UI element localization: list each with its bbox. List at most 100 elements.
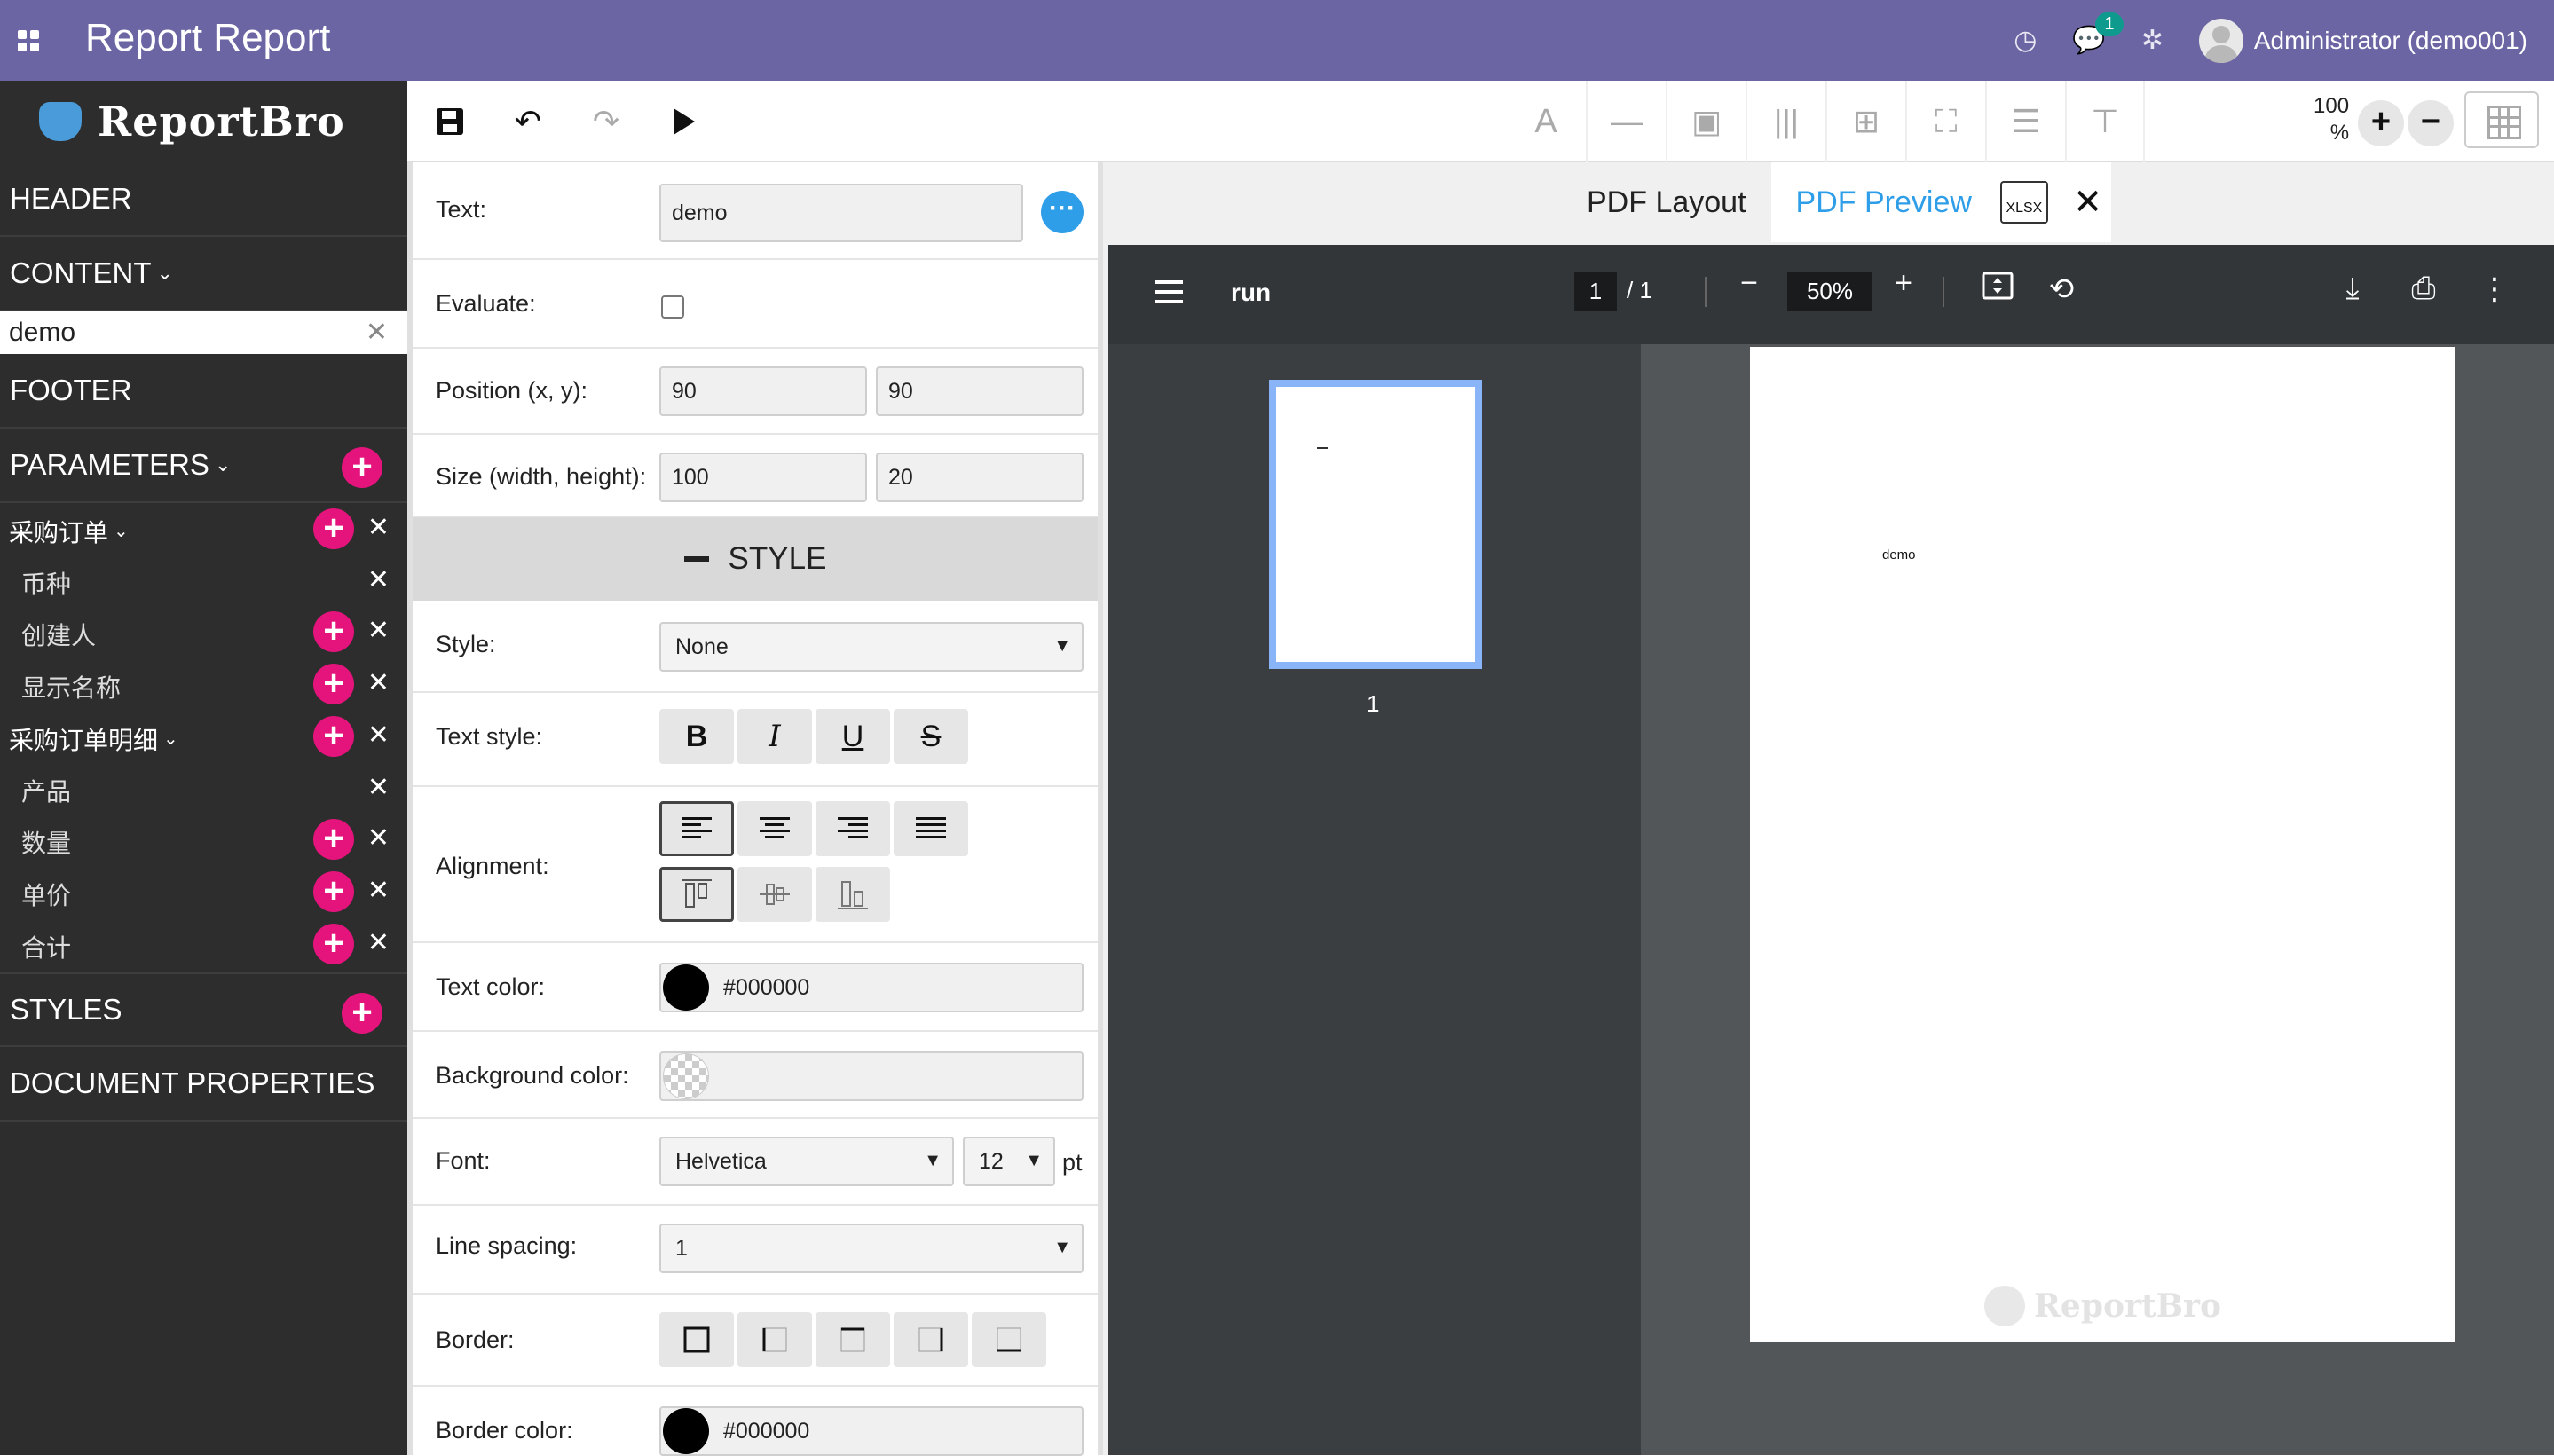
add-style-button[interactable]: +	[342, 993, 382, 1034]
page-thumbnail[interactable]	[1269, 380, 1482, 669]
sidebar-section-footer[interactable]: FOOTER	[0, 354, 407, 429]
sidebar-section-header[interactable]: HEADER	[0, 162, 407, 237]
redo-icon[interactable]: ↷	[587, 102, 626, 141]
valign-top-button[interactable]	[659, 867, 734, 922]
save-icon[interactable]	[430, 102, 469, 141]
delete-icon[interactable]: ✕	[367, 667, 390, 698]
apps-icon[interactable]	[18, 30, 39, 51]
undo-icon[interactable]: ↶	[508, 102, 548, 141]
text-color-input[interactable]: #000000	[659, 963, 1084, 1012]
bug-icon[interactable]: ✲	[2141, 25, 2164, 56]
border-color-swatch[interactable]	[663, 1408, 709, 1454]
rotate-icon[interactable]: ⟲	[2042, 272, 2081, 307]
fit-page-icon[interactable]	[1978, 272, 2017, 308]
parameter-item[interactable]: 数量 + ✕	[0, 815, 407, 868]
delete-icon[interactable]: ✕	[367, 927, 390, 958]
size-width-input[interactable]: 100	[659, 453, 867, 502]
align-justify-button[interactable]	[894, 801, 968, 856]
add-parameter-field-button[interactable]: +	[313, 871, 354, 912]
parameter-item[interactable]: 合计 + ✕	[0, 920, 407, 972]
valign-bottom-button[interactable]	[816, 867, 890, 922]
tab-pdf-preview[interactable]: PDF Preview	[1770, 162, 1997, 242]
add-parameter-field-button[interactable]: +	[313, 611, 354, 652]
parameter-item[interactable]: 创建人 + ✕	[0, 608, 407, 660]
border-right-button[interactable]	[894, 1312, 968, 1367]
more-icon[interactable]: ···	[1041, 191, 1084, 233]
underline-button[interactable]: U	[816, 709, 890, 764]
grid-toggle-button[interactable]	[2464, 91, 2539, 148]
zoom-input[interactable]: 50%	[1787, 272, 1872, 311]
clock-icon[interactable]: ◷	[2014, 25, 2037, 56]
align-right-button[interactable]	[816, 801, 890, 856]
border-top-button[interactable]	[816, 1312, 890, 1367]
position-x-input[interactable]: 90	[659, 366, 867, 416]
valign-middle-button[interactable]	[737, 867, 812, 922]
parameter-item[interactable]: 单价 + ✕	[0, 868, 407, 920]
align-center-button[interactable]	[737, 801, 812, 856]
background-color-input[interactable]	[659, 1051, 1084, 1101]
border-bottom-button[interactable]	[972, 1312, 1046, 1367]
image-tool-icon[interactable]: ▣	[1666, 81, 1746, 162]
parameter-item[interactable]: 采购订单 ⌄ + ✕	[0, 505, 407, 557]
add-parameter-field-button[interactable]: +	[313, 716, 354, 757]
content-item-demo[interactable]: demo ✕	[0, 311, 407, 354]
delete-icon[interactable]: ✕	[367, 615, 390, 646]
size-height-input[interactable]: 20	[876, 453, 1084, 502]
sidebar-section-parameters[interactable]: PARAMETERS ⌄ +	[0, 429, 407, 503]
sidebar-section-content[interactable]: CONTENT ⌄	[0, 237, 407, 311]
delete-icon[interactable]: ✕	[366, 317, 388, 348]
table-tool-icon[interactable]: ⊞	[1825, 81, 1905, 162]
font-size-select[interactable]: 12 ▼	[963, 1137, 1055, 1186]
background-color-swatch[interactable]	[663, 1053, 709, 1099]
section-tool-icon[interactable]: ☰	[1985, 81, 2065, 162]
tab-pdf-layout[interactable]: PDF Layout	[1562, 162, 1771, 242]
border-color-input[interactable]: #000000	[659, 1406, 1084, 1456]
chat-icon[interactable]: 💬 1	[2072, 12, 2124, 56]
xlsx-download-icon[interactable]: XLSX	[1999, 181, 2048, 224]
add-parameter-button[interactable]: +	[342, 447, 382, 488]
font-select[interactable]: Helvetica ▼	[659, 1137, 954, 1186]
strikethrough-button[interactable]: S	[894, 709, 968, 764]
add-parameter-field-button[interactable]: +	[313, 664, 354, 704]
bold-button[interactable]: B	[659, 709, 734, 764]
frame-tool-icon[interactable]: ⛶	[1905, 81, 1985, 162]
parameter-item[interactable]: 产品 ✕	[0, 765, 407, 815]
italic-button[interactable]: I	[737, 709, 812, 764]
style-select[interactable]: None ▼	[659, 622, 1084, 672]
border-left-button[interactable]	[737, 1312, 812, 1367]
delete-icon[interactable]: ✕	[367, 772, 390, 803]
zoom-out-icon[interactable]: −	[1730, 266, 1769, 301]
add-parameter-field-button[interactable]: +	[313, 508, 354, 549]
sidebar-section-styles[interactable]: STYLES +	[0, 972, 407, 1047]
line-spacing-select[interactable]: 1 ▼	[659, 1224, 1084, 1273]
add-parameter-field-button[interactable]: +	[313, 819, 354, 860]
delete-icon[interactable]: ✕	[367, 875, 390, 906]
download-icon[interactable]: ⤓	[2333, 272, 2372, 306]
zoom-in-button[interactable]: +	[2358, 100, 2404, 146]
delete-icon[interactable]: ✕	[367, 822, 390, 854]
style-section-toggle[interactable]: STYLE	[413, 517, 1098, 601]
parameter-item[interactable]: 采购订单明细 ⌄ + ✕	[0, 712, 407, 765]
evaluate-checkbox[interactable]	[661, 295, 684, 319]
align-left-button[interactable]	[659, 801, 734, 856]
line-tool-icon[interactable]: —	[1586, 81, 1666, 162]
run-icon[interactable]	[665, 102, 704, 141]
print-icon[interactable]: ⎙	[2404, 272, 2443, 306]
more-options-icon[interactable]: ⋮	[2475, 272, 2514, 307]
zoom-in-icon[interactable]: +	[1884, 266, 1923, 301]
page-number-input[interactable]: 1	[1574, 272, 1617, 311]
parameter-item[interactable]: 显示名称 + ✕	[0, 660, 407, 712]
delete-icon[interactable]: ✕	[367, 564, 390, 595]
position-y-input[interactable]: 90	[876, 366, 1084, 416]
close-preview-icon[interactable]: ✕	[2073, 182, 2103, 223]
user-menu[interactable]: Administrator (demo001)	[2198, 18, 2527, 63]
delete-icon[interactable]: ✕	[367, 720, 390, 751]
sidebar-section-document-properties[interactable]: DOCUMENT PROPERTIES	[0, 1047, 407, 1122]
menu-icon[interactable]	[1155, 280, 1183, 303]
text-input[interactable]: demo	[659, 184, 1023, 242]
border-all-button[interactable]	[659, 1312, 734, 1367]
parameter-item[interactable]: 币种 ✕	[0, 557, 407, 608]
delete-icon[interactable]: ✕	[367, 512, 390, 543]
zoom-out-button[interactable]: −	[2408, 100, 2454, 146]
add-parameter-field-button[interactable]: +	[313, 924, 354, 964]
